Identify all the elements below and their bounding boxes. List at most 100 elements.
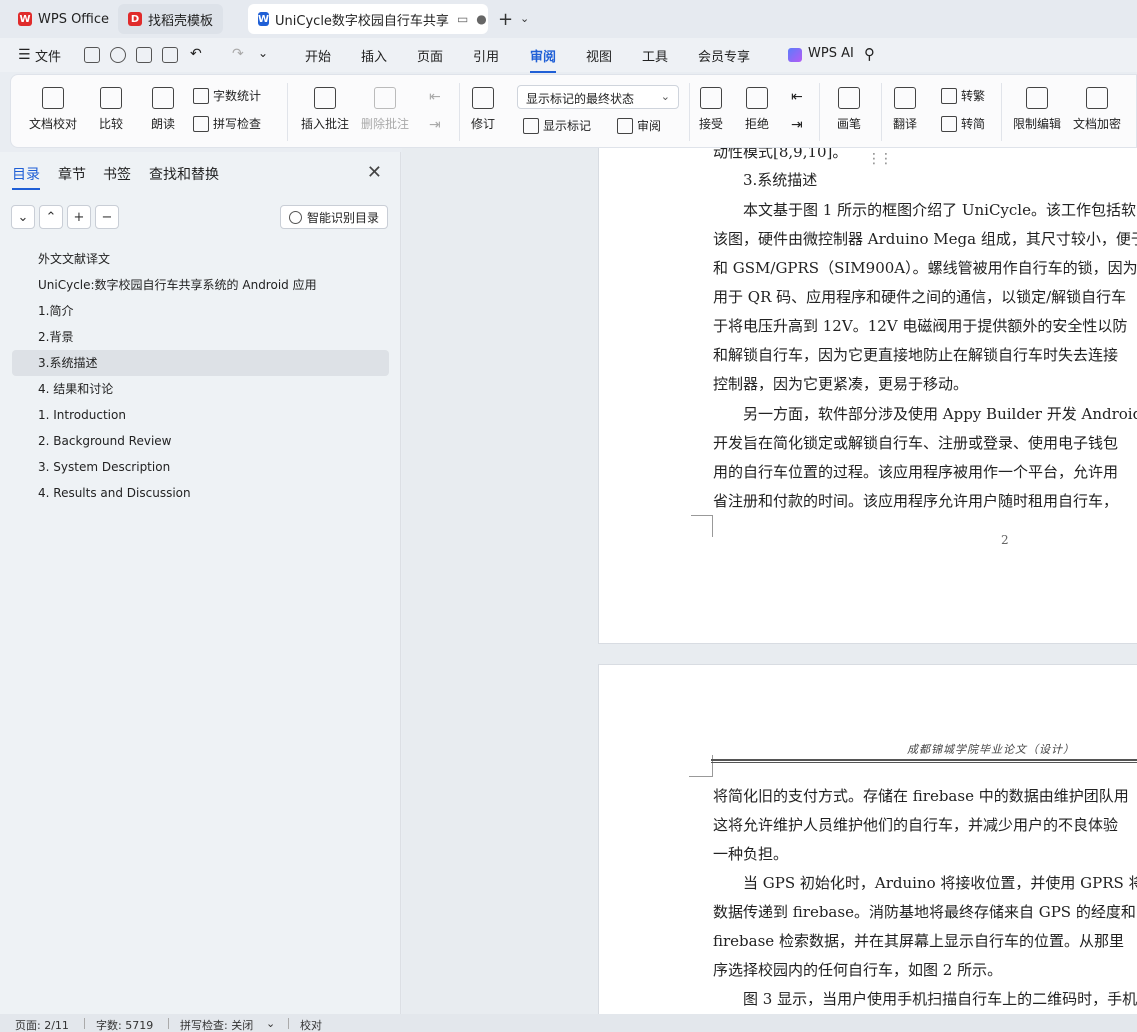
restrict-edit-button[interactable]: 限制编辑	[1013, 87, 1061, 132]
paragraph-line: 动性模式[8,9,10]。	[713, 148, 848, 161]
toc-item[interactable]: UniCycle:数字校园自行车共享系统的 Android 应用	[12, 272, 389, 298]
insert-comment-icon	[314, 87, 336, 109]
menu-reference[interactable]: 引用	[473, 46, 499, 65]
menu-insert[interactable]: 插入	[361, 46, 387, 65]
running-header: 成都锦城学院毕业论文（设计）	[907, 743, 1075, 756]
print-icon[interactable]	[136, 47, 152, 63]
encrypt-button[interactable]: 文档加密	[1073, 87, 1121, 132]
accept-icon	[700, 87, 722, 109]
collapse-all-button[interactable]: ⌄	[11, 205, 35, 229]
toc-list: 外文文献译文 UniCycle:数字校园自行车共享系统的 Android 应用 …	[12, 246, 389, 506]
word-count-indicator[interactable]: 字数: 5719	[96, 1017, 153, 1032]
hamburger-icon[interactable]: ☰	[18, 47, 31, 63]
chevron-down-icon: ⌄	[660, 90, 670, 103]
read-aloud-button[interactable]: 朗读	[151, 87, 175, 132]
menu-member[interactable]: 会员专享	[698, 46, 750, 65]
menu-page[interactable]: 页面	[417, 46, 443, 65]
toc-item[interactable]: 2. Background Review	[12, 428, 389, 454]
markup-state-select[interactable]: 显示标记的最终状态 ⌄	[517, 85, 679, 109]
toc-item[interactable]: 4. Results and Discussion	[12, 480, 389, 506]
doc-check-button[interactable]: 文档校对	[29, 87, 77, 132]
menu-view[interactable]: 视图	[586, 46, 612, 65]
menu-tools[interactable]: 工具	[642, 46, 668, 65]
spell-check-button[interactable]: 拼写检查	[193, 115, 261, 132]
crop-mark	[691, 515, 713, 537]
translate-button[interactable]: 翻译	[893, 87, 917, 132]
unsaved-dot-icon[interactable]: ●	[476, 12, 486, 26]
close-icon[interactable]: ✕	[367, 162, 382, 183]
smart-toc-button[interactable]: 智能识别目录	[279, 205, 388, 229]
tab-docer[interactable]: D 找稻壳模板	[118, 4, 224, 34]
expand-up-button[interactable]: ⌃	[39, 205, 63, 229]
delete-comment-icon	[374, 87, 396, 109]
track-changes-button[interactable]: 修订	[471, 87, 495, 132]
show-markup-icon	[523, 117, 539, 134]
read-aloud-label: 朗读	[151, 117, 176, 131]
paragraph-line: 用于 QR 码、应用程序和硬件之间的通信，以锁定/解锁自行车	[713, 288, 1127, 306]
chevron-down-icon[interactable]: ⌄	[258, 46, 268, 60]
docer-logo-icon: D	[128, 12, 142, 26]
paragraph-line: 当 GPS 初始化时，Arduino 将接收位置，并使用 GPRS 将	[743, 874, 1137, 892]
document-canvas[interactable]: ⋮⋮ 动性模式[8,9,10]。 3.系统描述 本文基于图 1 所示的框图介绍了…	[402, 148, 1137, 1014]
menu-review[interactable]: 审阅	[530, 46, 557, 73]
paragraph-line: 用的自行车位置的过程。该应用程序被用作一个平台，允许用	[713, 463, 1119, 481]
wps-writer-icon: W	[258, 12, 270, 26]
new-tab-button[interactable]: +	[498, 9, 513, 30]
tab-find-replace[interactable]: 查找和替换	[149, 164, 219, 184]
insert-comment-label: 插入批注	[301, 117, 350, 131]
chevron-down-icon[interactable]: ⌄	[266, 1017, 275, 1030]
previous-comment-icon[interactable]: ⇤	[429, 89, 441, 105]
navigation-pane: 目录 章节 书签 查找和替换 ✕ ⌄ ⌃ + − 智能识别目录 外文文献译文 U…	[0, 152, 401, 1014]
tab-sections[interactable]: 章节	[58, 164, 86, 184]
accept-button[interactable]: 接受	[699, 87, 723, 132]
doc-check-icon	[42, 87, 64, 109]
menu-wps-ai[interactable]: WPS AI	[808, 46, 854, 61]
next-comment-icon[interactable]: ⇥	[429, 117, 441, 133]
previous-change-icon[interactable]: ⇤	[791, 89, 803, 105]
toc-item[interactable]: 1. Introduction	[12, 402, 389, 428]
review-pane-button[interactable]: 审阅	[617, 117, 661, 134]
reject-button[interactable]: 拒绝	[745, 87, 769, 132]
drag-handle-icon[interactable]: ⋮⋮	[867, 151, 893, 167]
add-heading-button[interactable]: +	[67, 205, 91, 229]
next-change-icon[interactable]: ⇥	[791, 117, 803, 133]
page-3[interactable]: 成都锦城学院毕业论文（设计） 将简化旧的支付方式。存储在 firebase 中的…	[598, 664, 1137, 1014]
compare-button[interactable]: 比较	[99, 87, 123, 132]
word-count-button[interactable]: 字数统计	[193, 87, 261, 104]
menu-start[interactable]: 开始	[305, 46, 331, 65]
proof-indicator[interactable]: 校对	[300, 1017, 322, 1032]
search-icon[interactable]: ⚲	[864, 45, 875, 63]
toc-item[interactable]: 2.背景	[12, 324, 389, 350]
chevron-down-icon[interactable]: ⌄	[520, 12, 529, 25]
encrypt-label: 文档加密	[1073, 117, 1122, 131]
tab-bookmarks[interactable]: 书签	[103, 164, 131, 184]
page-2[interactable]: ⋮⋮ 动性模式[8,9,10]。 3.系统描述 本文基于图 1 所示的框图介绍了…	[598, 148, 1137, 644]
show-markup-button[interactable]: 显示标记	[523, 117, 591, 134]
tab-document[interactable]: W UniCycle数字校园自行车共享 ▭ ●	[248, 4, 488, 34]
accept-label: 接受	[699, 117, 724, 131]
save-icon[interactable]	[84, 47, 100, 63]
toc-item[interactable]: 3. System Description	[12, 454, 389, 480]
to-traditional-button[interactable]: 转繁	[941, 87, 985, 104]
menu-file[interactable]: 文件	[35, 46, 61, 65]
page-indicator[interactable]: 页面: 2/11	[15, 1017, 69, 1032]
pen-button[interactable]: 画笔	[837, 87, 861, 132]
link-icon[interactable]	[110, 47, 126, 63]
remove-heading-button[interactable]: −	[95, 205, 119, 229]
toc-item[interactable]: 4. 结果和讨论	[12, 376, 389, 402]
print-preview-icon[interactable]	[162, 47, 178, 63]
delete-comment-button[interactable]: 删除批注	[361, 87, 409, 132]
toc-item[interactable]: 1.简介	[12, 298, 389, 324]
tab-wps-office[interactable]: W WPS Office	[8, 4, 119, 34]
read-aloud-icon	[152, 87, 174, 109]
monitor-icon[interactable]: ▭	[457, 12, 468, 26]
spell-check-indicator[interactable]: 拼写检查: 关闭	[180, 1017, 253, 1032]
to-simplified-button[interactable]: 转简	[941, 115, 985, 132]
toc-item[interactable]: 外文文献译文	[12, 246, 389, 272]
redo-icon[interactable]: ↷	[232, 46, 244, 62]
undo-icon[interactable]: ↶	[190, 46, 202, 62]
toc-item-selected[interactable]: 3.系统描述	[12, 350, 389, 376]
paragraph-line: 省注册和付款的时间。该应用程序允许用户随时租用自行车，	[713, 492, 1119, 510]
insert-comment-button[interactable]: 插入批注	[301, 87, 349, 132]
tab-toc[interactable]: 目录	[12, 164, 40, 190]
